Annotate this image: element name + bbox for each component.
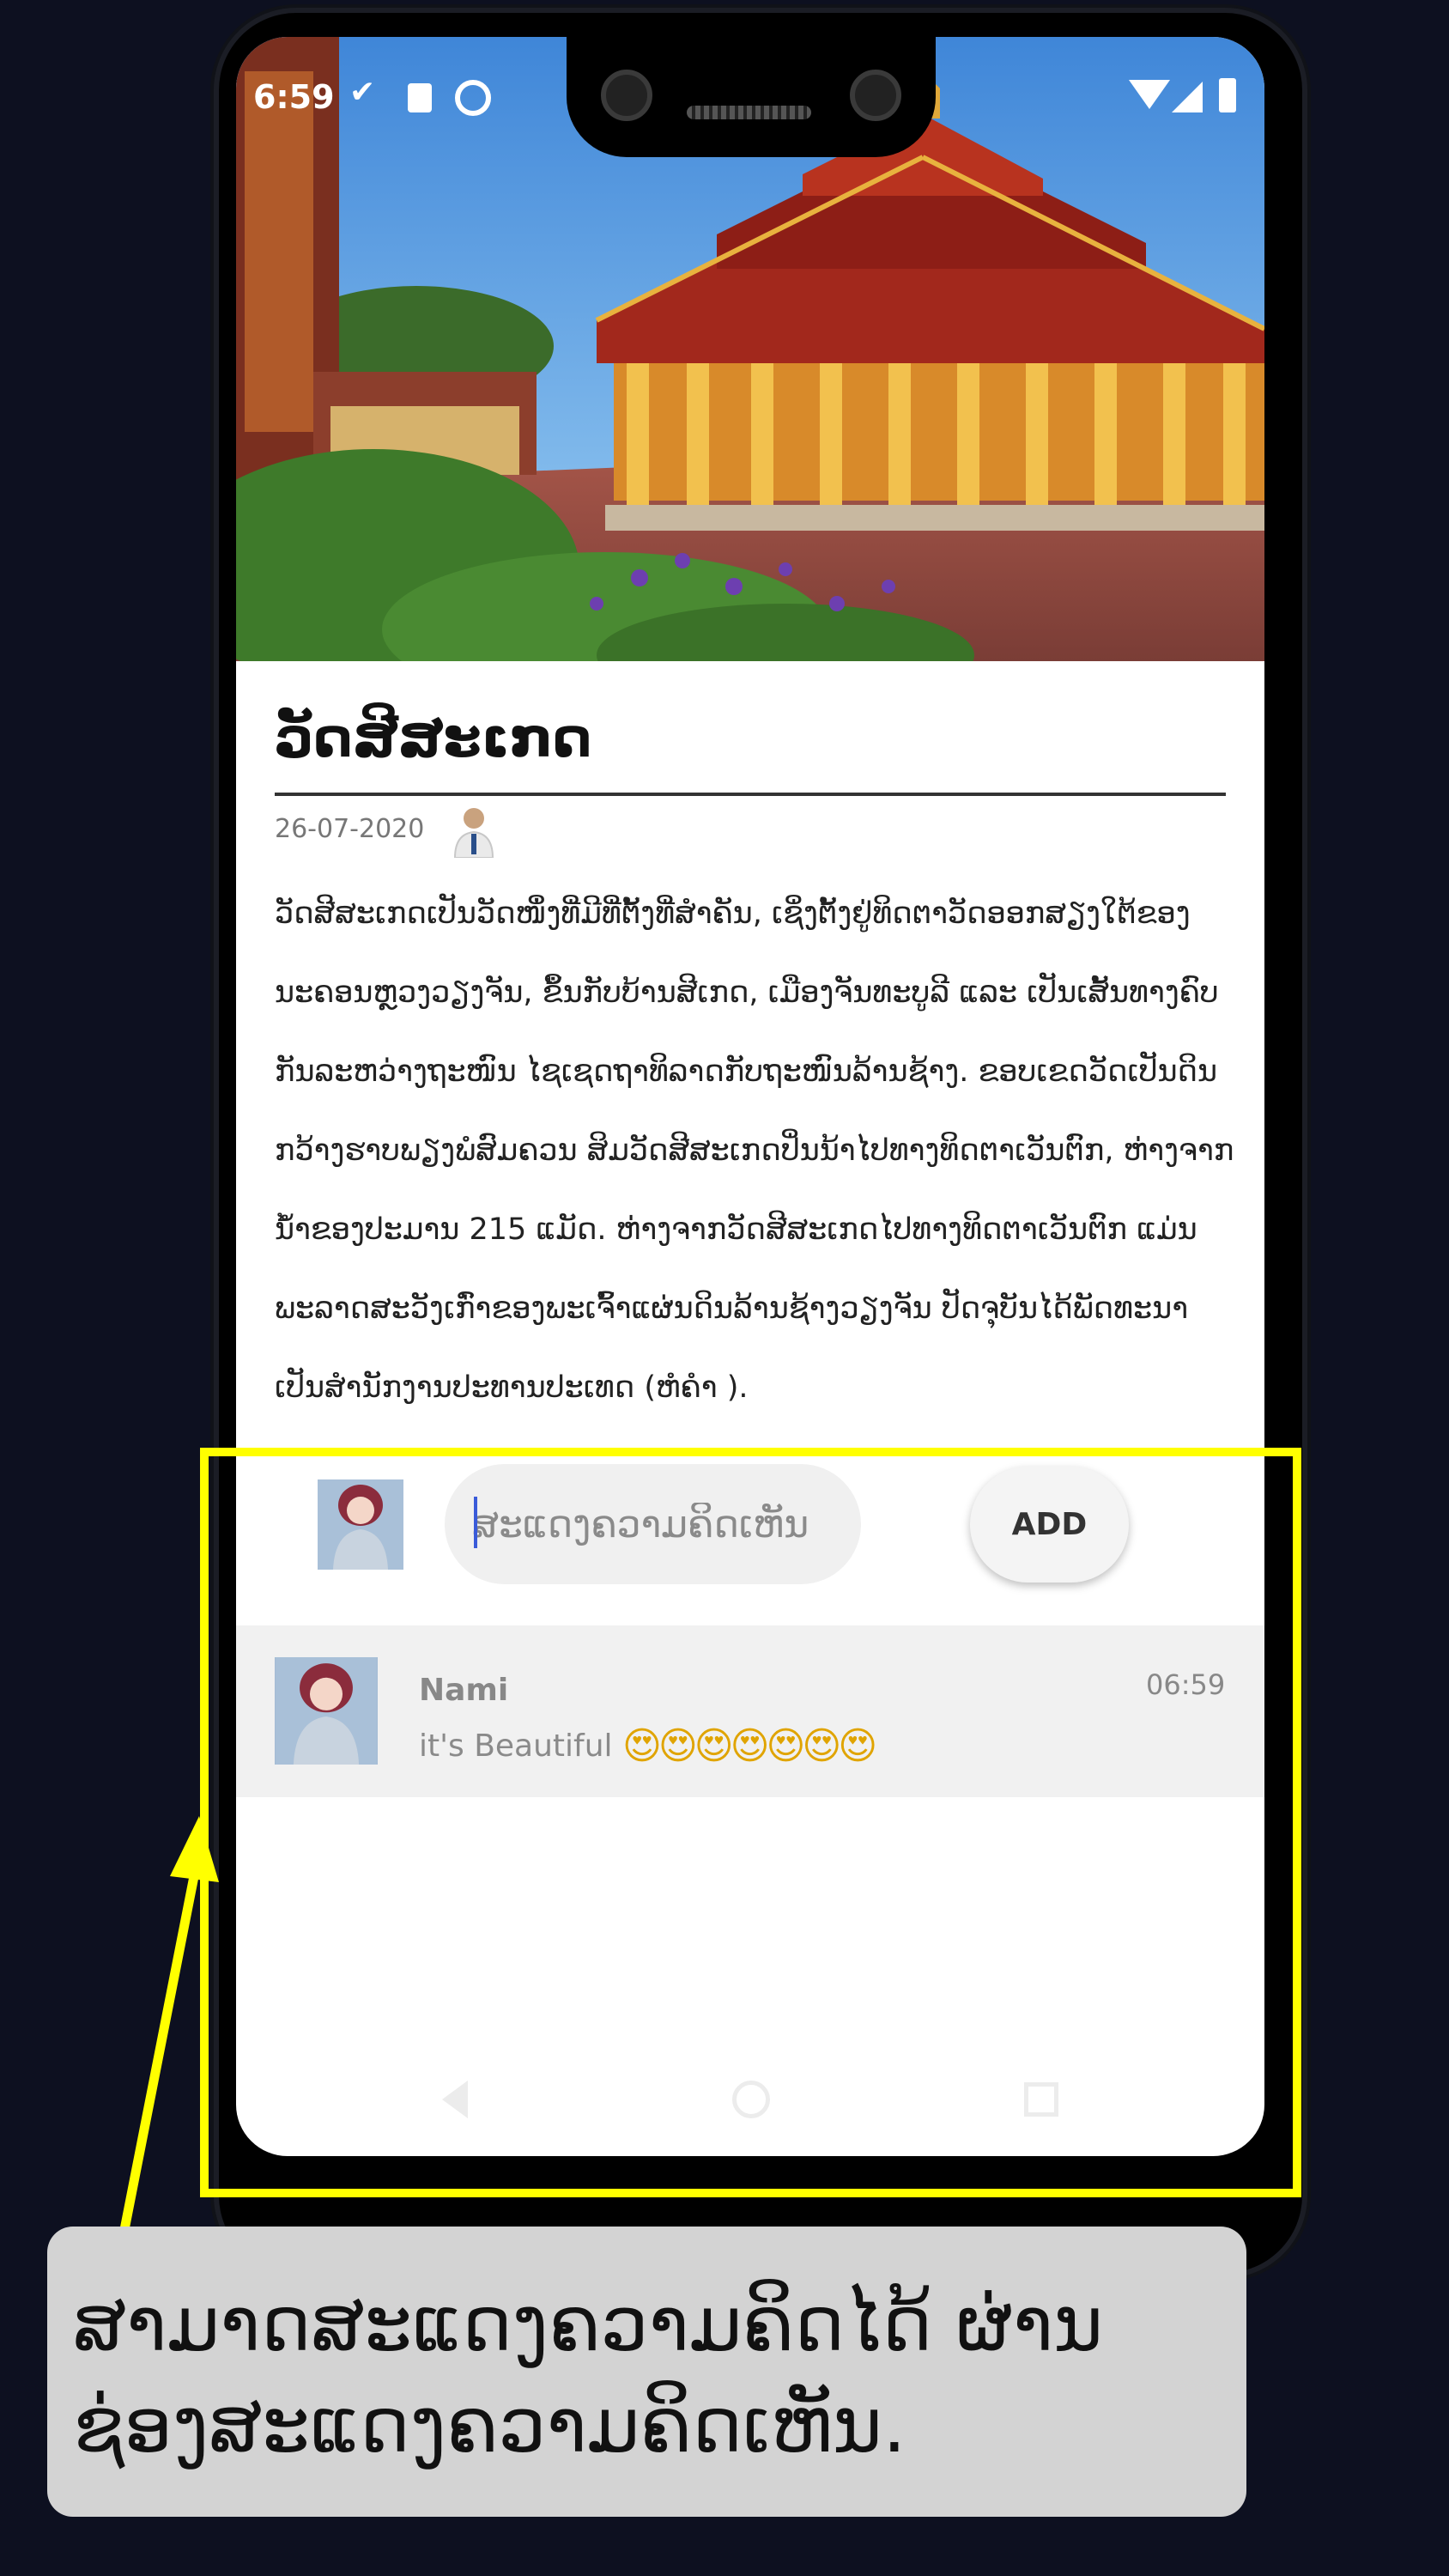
- callout-arrow: [115, 1816, 219, 2257]
- callout-text: ສາມາດສະແດງຄວາມຄິດໄດ້ ຜ່ານຊ່ອງສະແດງຄວາມຄິ…: [73, 2280, 1104, 2470]
- callout-box: ສາມາດສະແດງຄວາມຄິດໄດ້ ຜ່ານຊ່ອງສະແດງຄວາມຄິ…: [47, 2227, 1246, 2517]
